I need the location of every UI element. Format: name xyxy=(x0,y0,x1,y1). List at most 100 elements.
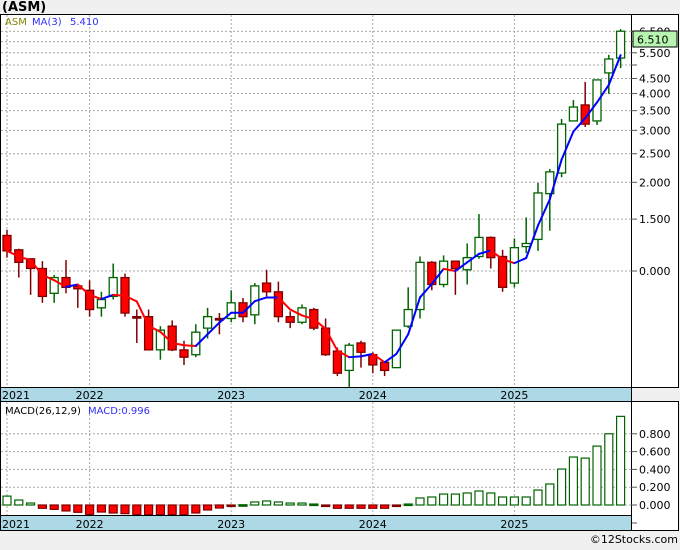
macd-bar xyxy=(203,504,213,511)
y-tick-label: 2.000 xyxy=(639,176,671,189)
date-label: 2025 xyxy=(500,389,528,402)
macd-bar xyxy=(415,497,425,506)
macd-bar xyxy=(592,445,602,506)
macd-bar xyxy=(486,492,496,506)
y-tick-label: 0.400 xyxy=(639,463,671,476)
candle-body xyxy=(332,350,343,374)
y-tick-label: 0.000 xyxy=(639,265,671,278)
y-tick-label: 1.500 xyxy=(639,213,671,226)
macd-bar xyxy=(332,504,342,509)
candle-body xyxy=(486,236,496,259)
macd-bar xyxy=(108,504,118,514)
y-tick-label: 0.600 xyxy=(639,446,671,459)
candle-body xyxy=(615,30,626,59)
macd-bar xyxy=(61,504,71,512)
macd-bar xyxy=(498,496,508,506)
candle-body xyxy=(285,316,295,323)
date-label: 2022 xyxy=(76,518,104,531)
macd-bar xyxy=(545,483,555,506)
candle-body xyxy=(179,349,189,358)
y-tick-label: 0.200 xyxy=(639,481,671,494)
legend-ma-label: MA(3) xyxy=(32,17,62,28)
macd-bar xyxy=(309,503,319,507)
last-price-box: 6.510 xyxy=(632,30,678,48)
macd-bar xyxy=(285,502,295,506)
macd-bar xyxy=(615,415,626,506)
ma-segment xyxy=(348,355,362,359)
macd-bar xyxy=(403,503,413,507)
legend-symbol: ASM xyxy=(5,17,27,28)
macd-bar xyxy=(450,493,460,506)
macd-bar xyxy=(132,504,142,516)
macd-bar xyxy=(49,504,59,510)
macd-bar xyxy=(380,504,390,509)
candle-body xyxy=(132,316,142,319)
macd-bar xyxy=(509,496,519,506)
candle-body xyxy=(261,282,272,293)
y-tick-label: 4.500 xyxy=(639,72,671,85)
macd-bar xyxy=(96,504,107,513)
y-tick-label: 0.000 xyxy=(639,499,671,512)
stock-chart: (ASM) 6.5005.5004.5004.0003.5003.0002.50… xyxy=(0,0,680,546)
macd-bar xyxy=(155,504,165,516)
chart-title: (ASM) xyxy=(2,0,46,15)
y-tick-label: 5.500 xyxy=(639,47,671,60)
y-tick-label: 3.500 xyxy=(639,105,671,118)
y-tick-label: 4.000 xyxy=(639,88,671,101)
candle-body xyxy=(604,58,614,74)
date-label: 2024 xyxy=(359,518,387,531)
candle-body xyxy=(415,261,425,311)
date-label: 2024 xyxy=(359,389,387,402)
y-tick-label: 2.500 xyxy=(639,148,671,161)
macd-bar xyxy=(439,493,449,506)
candle-body xyxy=(450,260,461,270)
macd-bar xyxy=(26,502,36,506)
last-price-label: 6.510 xyxy=(637,34,669,47)
macd-bar xyxy=(250,501,260,506)
macd-bar xyxy=(167,504,177,516)
candle-body xyxy=(108,276,118,298)
macd-bar xyxy=(191,504,201,514)
macd-bar xyxy=(462,492,472,506)
macd-bar xyxy=(73,504,83,513)
macd-bar xyxy=(214,504,224,509)
macd-bar xyxy=(604,433,614,506)
candle-body xyxy=(202,316,213,329)
price-panel xyxy=(0,14,679,388)
macd-bar xyxy=(262,500,272,506)
candle-body xyxy=(167,325,177,351)
macd-bar xyxy=(2,495,12,506)
candle-body xyxy=(521,242,531,248)
macd-bar xyxy=(37,504,48,509)
y-tick-label: 0.800 xyxy=(639,428,671,441)
date-label: 2023 xyxy=(217,389,245,402)
macd-bar xyxy=(368,504,378,509)
macd-bar xyxy=(556,468,567,506)
candle-body xyxy=(2,234,12,252)
macd-bar xyxy=(84,504,95,515)
candle-body xyxy=(509,247,520,284)
macd-bar xyxy=(120,504,130,515)
macd-bar xyxy=(580,457,590,506)
legend-ma-value: 5.410 xyxy=(70,17,99,28)
date-label: 2025 xyxy=(500,518,528,531)
date-label: 2021 xyxy=(2,518,30,531)
macd-bar xyxy=(427,496,437,506)
macd-bar xyxy=(521,496,531,506)
macd-bar xyxy=(344,504,354,509)
macd-bar xyxy=(226,504,236,508)
macd-bar xyxy=(144,504,154,516)
macd-bar xyxy=(273,501,283,506)
macd-bar xyxy=(297,502,307,506)
macd-bar xyxy=(321,504,331,508)
ma-segment xyxy=(183,344,197,347)
date-label: 2023 xyxy=(217,518,245,531)
macd-bar xyxy=(474,490,484,506)
candle-body xyxy=(379,361,390,372)
macd-legend-value: MACD:0.996 xyxy=(88,406,150,417)
candle-body xyxy=(356,342,366,353)
date-label: 2021 xyxy=(2,389,30,402)
candle-body xyxy=(96,298,107,309)
candle-body xyxy=(592,79,602,122)
candle-body xyxy=(273,291,284,318)
